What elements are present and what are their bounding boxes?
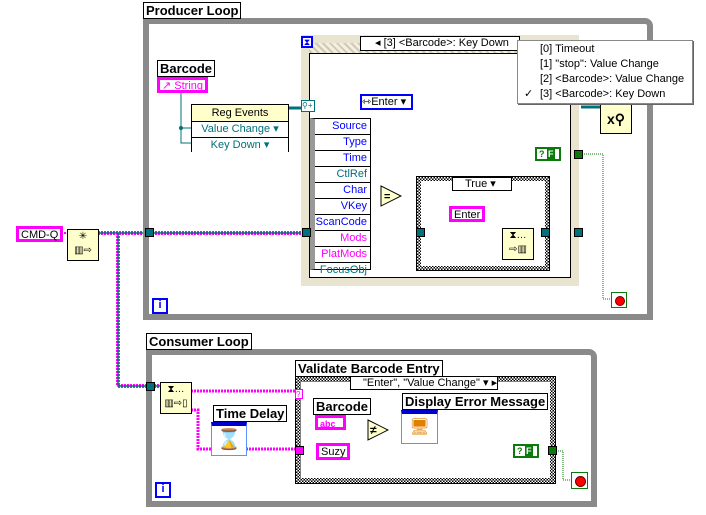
validate-case-label: Validate Barcode Entry xyxy=(295,360,443,377)
menu-item[interactable]: ✓ [3] <Barcode>: Key Down xyxy=(518,87,692,102)
event-data-item: Time xyxy=(315,151,370,167)
reg-events-title: Reg Events xyxy=(192,105,288,122)
menu-item[interactable]: [1] "stop": Value Change xyxy=(518,57,692,72)
event-data-item: PlatMods xyxy=(315,247,370,263)
false-constant[interactable]: ? F xyxy=(513,444,539,458)
svg-text:=: = xyxy=(384,191,390,203)
event-data-item: VKey xyxy=(315,199,370,215)
event-data-item: CtlRef xyxy=(315,167,370,183)
dequeue-element-node[interactable]: ⧗… ▥⇨▯ xyxy=(160,382,192,414)
enter-enum-constant[interactable]: ⇿Enter ▾ xyxy=(360,94,413,110)
validate-case-selector[interactable]: "Enter", "Value Change" ▾ ▸ xyxy=(350,376,498,390)
enqueue-element-node[interactable]: ⧗… ⇨▥ xyxy=(502,228,534,260)
stop-terminal[interactable] xyxy=(571,472,588,489)
iteration-terminal: i xyxy=(152,298,168,314)
event-case-menu[interactable]: [0] Timeout [1] "stop": Value Change [2]… xyxy=(517,40,693,104)
barcode-indicator-terminal[interactable]: abc xyxy=(315,415,346,430)
equal-function[interactable]: = xyxy=(380,185,402,207)
suzy-constant[interactable]: Suzy xyxy=(316,443,351,460)
prev-arrow-icon[interactable]: ◂ xyxy=(375,37,384,49)
producer-loop-label: Producer Loop xyxy=(143,2,242,19)
display-error-label: Display Error Message xyxy=(402,393,549,410)
event-data-item: Type xyxy=(315,135,370,151)
event-data-item: ScanCode xyxy=(315,215,370,231)
consumer-tunnel xyxy=(146,382,155,391)
consumer-loop-label: Consumer Loop xyxy=(146,333,252,350)
case-tunnel xyxy=(416,228,425,237)
timeout-hourglass-icon[interactable]: ⧗ xyxy=(301,36,313,48)
event-data-item: FocusObj xyxy=(319,264,367,276)
unregister-events-node[interactable]: x⚲ xyxy=(600,102,632,134)
enter-string-constant[interactable]: Enter xyxy=(449,206,486,222)
loop-tunnel xyxy=(145,228,154,237)
checkmark-icon: ✓ xyxy=(524,88,534,100)
display-error-subvi-icon[interactable]: 🖥 xyxy=(401,410,438,444)
false-constant[interactable]: ? F xyxy=(535,147,561,161)
block-diagram: Producer Loop ⧗ ◂ [3] <Barcode>: Key Dow… xyxy=(0,0,706,515)
reg-events-row[interactable]: Key Down ▾ xyxy=(192,138,288,153)
time-delay-label: Time Delay xyxy=(213,405,288,422)
true-case-selector[interactable]: True ▾ xyxy=(452,177,512,191)
string-tunnel xyxy=(295,446,304,455)
iteration-terminal: i xyxy=(155,482,171,498)
barcode-local-label: Barcode xyxy=(313,398,372,415)
case-selector-terminal[interactable]: ? xyxy=(295,389,303,399)
obtain-queue-node[interactable]: ✳ ▥⇨ xyxy=(67,229,99,261)
svg-text:≠: ≠ xyxy=(370,423,377,437)
hourglass-icon[interactable]: ⌛ xyxy=(211,422,247,456)
event-data-item: Char xyxy=(315,183,370,199)
dynamic-events-terminal[interactable]: ⚲+ xyxy=(301,100,315,112)
event-data-node[interactable]: Source Type Time CtlRef Char VKey ScanCo… xyxy=(310,118,371,276)
not-equal-function[interactable]: ≠ xyxy=(367,419,389,441)
event-data-item: Mods xyxy=(315,231,370,247)
reg-events-row[interactable]: Value Change ▾ xyxy=(192,122,288,138)
event-tunnel xyxy=(302,228,311,237)
event-data-item: Source xyxy=(315,119,370,135)
menu-item[interactable]: [0] Timeout xyxy=(518,42,692,57)
case-tunnel-out xyxy=(541,228,550,237)
barcode-label: Barcode xyxy=(157,60,216,77)
register-events-node[interactable]: Reg Events Value Change ▾ Key Down ▾ xyxy=(191,104,289,153)
bool-tunnel xyxy=(548,446,557,455)
queue-name-constant[interactable]: CMD-Q xyxy=(16,226,64,242)
menu-item[interactable]: [2] <Barcode>: Value Change xyxy=(518,72,692,87)
stop-terminal[interactable] xyxy=(611,292,627,308)
barcode-reference[interactable]: ↗ String xyxy=(157,77,209,93)
bool-tunnel xyxy=(574,150,583,159)
event-tunnel-out xyxy=(574,228,583,237)
event-case-selector[interactable]: ◂ [3] <Barcode>: Key Down xyxy=(360,36,520,51)
